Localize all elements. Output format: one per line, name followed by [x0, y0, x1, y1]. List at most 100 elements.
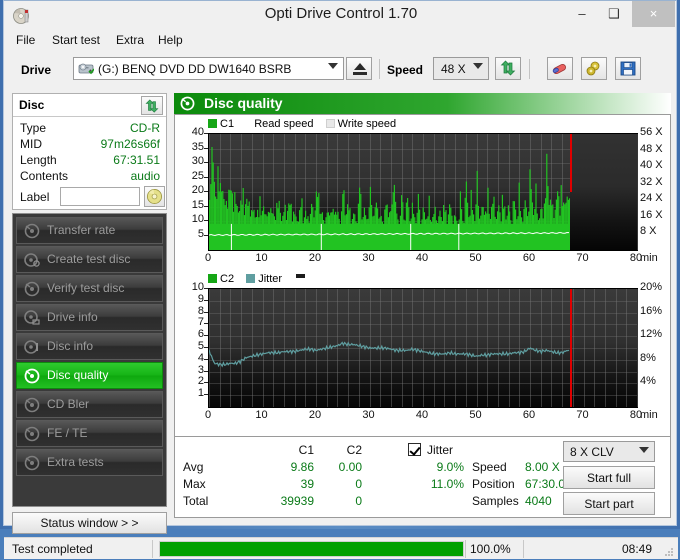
y-axis-tick-left: 6 — [197, 328, 204, 341]
menu-file[interactable]: File — [10, 32, 41, 49]
stats-max-c1: 39 — [300, 477, 314, 491]
settings-button[interactable] — [581, 57, 607, 80]
disc-row-length: Length 67:31.51 — [13, 153, 166, 168]
y-axis-tick-left: 15 — [191, 198, 204, 211]
sidebar-item-transfer-rate[interactable]: Transfer rate — [16, 217, 163, 244]
eject-icon — [354, 63, 366, 70]
stats-avg-c1: 9.86 — [290, 460, 314, 474]
write-mode-value: 8 X CLV — [570, 445, 614, 459]
c1-plot-area — [208, 133, 638, 251]
minimize-button[interactable]: – — [564, 1, 600, 27]
status-bar: Test completed 100.0% 08:49 — [4, 537, 678, 559]
menu-extra[interactable]: Extra — [110, 32, 150, 49]
sidebar-item-fe-te[interactable]: FE / TE — [16, 420, 163, 447]
position-marker — [570, 134, 573, 192]
y-axis-tick-left: 10 — [191, 281, 204, 293]
y-axis-tick-right: 8% — [640, 351, 656, 364]
disc-quality-icon — [24, 368, 40, 384]
sidebar-item-disc-quality[interactable]: Disc quality — [16, 362, 163, 389]
y-axis-tick-left: 1 — [197, 387, 204, 400]
maximize-button[interactable]: ❑ — [596, 1, 632, 27]
y-axis-tickmark — [204, 162, 208, 163]
jitter-checkbox[interactable] — [408, 443, 421, 456]
y-axis-tick-left: 3 — [197, 363, 204, 376]
disc-row-contents: Contents audio — [13, 169, 166, 184]
disc-quality-panel: Disc quality C1 Read speed Write speed 5… — [174, 93, 671, 534]
status-window-button[interactable]: Status window > > — [12, 512, 167, 534]
menu-start-test[interactable]: Start test — [46, 32, 106, 49]
disc-label-row: Label — [13, 186, 166, 209]
disc-icon — [24, 455, 40, 471]
x-axis-tick: 30 — [362, 409, 375, 421]
resize-grip[interactable] — [664, 546, 674, 556]
x-axis-tick: 60 — [522, 252, 536, 264]
sidebar-item-label: Disc info — [47, 339, 94, 353]
sidebar-item-verify-test-disc[interactable]: Verify test disc — [16, 275, 163, 302]
y-axis-tickmark — [204, 394, 208, 396]
refresh-button[interactable] — [495, 57, 521, 80]
stats-speed-label: Speed — [472, 460, 507, 474]
disc-refresh-button[interactable] — [141, 96, 163, 115]
gridline-vertical — [637, 289, 638, 407]
stats-max-c2: 0 — [355, 477, 362, 491]
chevron-down-icon — [328, 63, 338, 69]
sidebar-item-create-test-disc[interactable]: Create test disc — [16, 246, 163, 273]
eject-button[interactable] — [346, 57, 372, 80]
erase-disc-button[interactable] — [547, 57, 573, 80]
legend-swatch-extra — [296, 274, 306, 278]
start-part-button[interactable]: Start part — [563, 492, 655, 515]
progress-percent: 100.0% — [470, 542, 511, 556]
y-axis-tickmark — [204, 176, 208, 178]
x-axis-label: min — [640, 409, 658, 421]
stats-row-total-label: Total — [183, 494, 209, 508]
sidebar-item-drive-info[interactable]: Drive info — [16, 304, 163, 331]
disc-row-value: CD-R — [130, 121, 160, 135]
speed-select[interactable]: 48 X — [433, 57, 489, 80]
disc-row-key: Length — [20, 153, 57, 167]
stats-col-c2: C2 — [346, 443, 362, 457]
sidebar-item-extra-tests[interactable]: Extra tests — [16, 449, 163, 476]
x-axis-tick: 40 — [415, 252, 429, 264]
c2-plot-area — [208, 288, 638, 408]
save-button[interactable] — [615, 57, 641, 80]
legend-swatch-write-speed — [325, 119, 335, 128]
sidebar-item-disc-info[interactable]: Disc info — [16, 333, 163, 360]
disc-quality-icon — [180, 96, 195, 111]
write-mode-select[interactable]: 8 X CLV — [563, 441, 655, 462]
y-axis-tick-right: 8 X — [640, 225, 657, 238]
speed-value: 48 X — [441, 62, 466, 76]
start-full-button[interactable]: Start full — [563, 466, 655, 489]
disc-row-value: audio — [130, 169, 160, 183]
disc-icon — [24, 397, 40, 413]
legend-swatch-jitter — [246, 274, 256, 283]
y-axis-tick-left: 8 — [197, 304, 204, 317]
y-axis-tick-left: 25 — [191, 169, 204, 182]
progress-bar-fill — [160, 542, 463, 556]
x-axis-tick: 30 — [362, 252, 375, 264]
disc-label-button[interactable] — [144, 186, 165, 207]
disc-label-input[interactable] — [60, 187, 140, 206]
y-axis-tickmark — [204, 347, 208, 348]
y-axis-tickmark — [204, 220, 208, 221]
sidebar-item-label: CD Bler — [47, 397, 90, 411]
y-axis-tick-right: 48 X — [640, 142, 663, 155]
x-axis-tick: 0 — [204, 252, 212, 264]
c2-chart-legend: C2 Jitter — [208, 273, 306, 285]
eject-icon-bar — [353, 72, 367, 75]
drive-select[interactable]: (G:) BENQ DVD DD DW1640 BSRB — [73, 57, 344, 80]
drive-icon — [78, 61, 95, 77]
y-axis-tick-right: 4% — [640, 375, 656, 388]
x-axis-tick: 20 — [308, 252, 322, 264]
sidebar-item-cd-bler[interactable]: CD Bler — [16, 391, 163, 418]
y-axis-tick-right: 24 X — [640, 192, 663, 205]
menu-help[interactable]: Help — [152, 32, 189, 49]
x-axis-tick: 40 — [415, 409, 429, 421]
close-button[interactable]: × — [632, 1, 675, 27]
app-root: Opti Drive Control 1.70 – ❑ × File Start… — [0, 0, 680, 559]
stats-avg-c2: 0.00 — [338, 460, 362, 474]
legend-label-write-speed: Write speed — [337, 118, 397, 130]
x-axis-tick: 70 — [576, 252, 589, 264]
y-axis-tickmark — [204, 147, 208, 149]
y-axis-tick-right: 20% — [640, 281, 663, 293]
status-text: Test completed — [12, 542, 93, 556]
